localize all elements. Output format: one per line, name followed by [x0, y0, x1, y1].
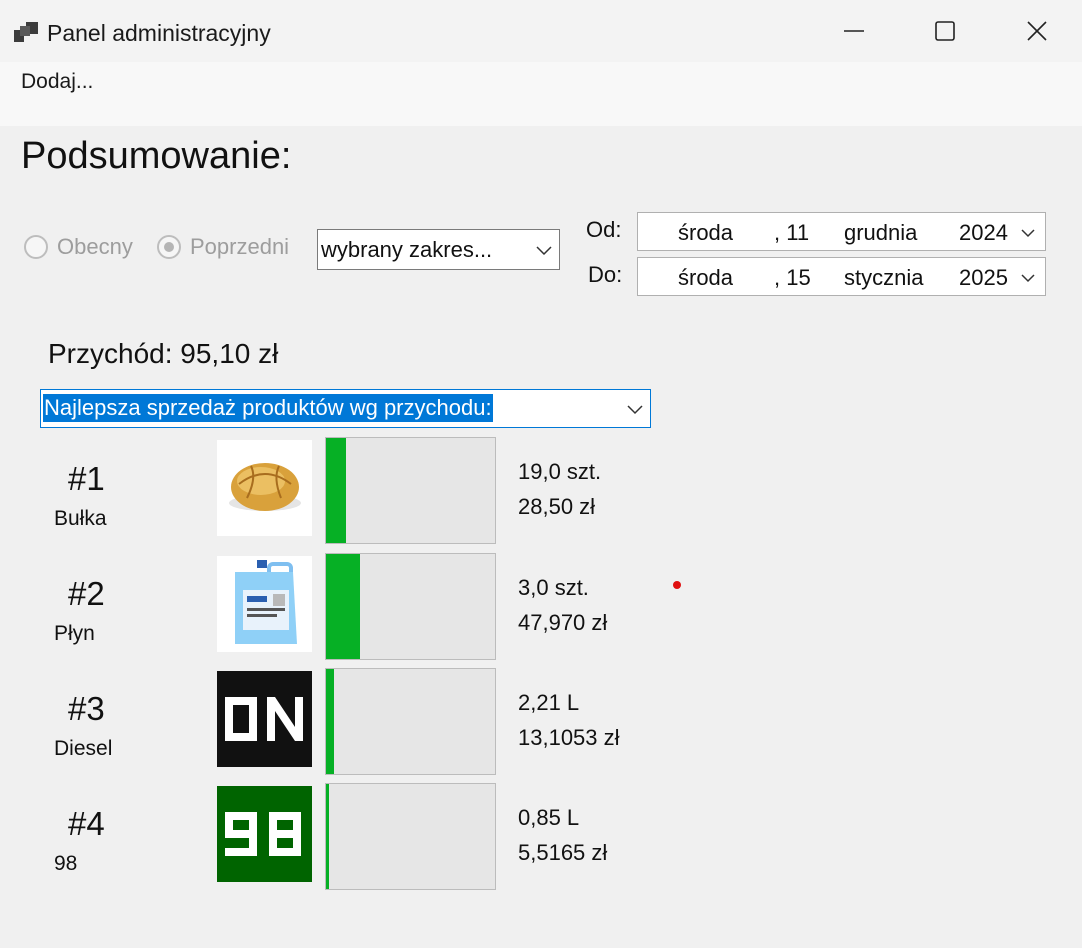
product-rank: #2	[68, 575, 105, 612]
from-weekday: środa	[678, 220, 734, 245]
product-rank: #3	[68, 690, 105, 727]
revenue-progress-bar	[325, 668, 496, 775]
window-title: Panel administracyjny	[47, 20, 271, 46]
chevron-down-icon	[536, 246, 552, 256]
title-bar: Panel administracyjny	[0, 0, 1082, 62]
product-rank: #1	[68, 460, 105, 497]
product-amount: 28,50 zł	[518, 494, 596, 519]
to-weekday: środa	[678, 265, 734, 290]
from-day: , 11	[774, 220, 810, 245]
revenue-total: Przychód: 95,10 zł	[48, 338, 279, 369]
menu-bar	[0, 62, 1082, 126]
range-select[interactable]: wybrany zakres...	[317, 229, 560, 270]
radio-selected-dot	[164, 242, 174, 252]
radio-previous[interactable]: Poprzedni	[157, 234, 289, 260]
to-day: , 15	[774, 265, 811, 290]
maximize-button[interactable]	[899, 0, 991, 62]
menu-add[interactable]: Dodaj...	[21, 70, 93, 94]
progress-fill	[326, 784, 330, 889]
progress-fill	[326, 438, 347, 543]
to-month: stycznia	[844, 265, 924, 290]
revenue-progress-bar	[325, 553, 496, 660]
close-button[interactable]	[991, 0, 1082, 62]
revenue-progress-bar	[325, 783, 496, 890]
page-title: Podsumowanie:	[21, 135, 292, 177]
on-pixel-logo	[217, 671, 312, 767]
revenue-progress-bar	[325, 437, 496, 544]
chevron-down-icon	[627, 405, 643, 415]
product-quantity: 0,85 L	[518, 805, 580, 830]
from-label: Od:	[586, 217, 622, 242]
bread-roll-image	[217, 440, 312, 536]
product-name: 98	[54, 852, 78, 875]
product-name: Płyn	[54, 622, 95, 645]
to-year: 2025	[959, 265, 1008, 290]
radio-previous-label: Poprzedni	[190, 234, 290, 259]
from-year: 2024	[959, 220, 1008, 245]
product-quantity: 2,21 L	[518, 690, 580, 715]
product-amount: 47,970 zł	[518, 610, 608, 635]
product-name: Bułka	[54, 507, 107, 530]
98-pixel-logo	[217, 786, 312, 882]
to-label: Do:	[588, 262, 623, 287]
product-amount: 5,5165 zł	[518, 840, 608, 865]
maximize-icon	[935, 21, 955, 41]
ranking-select[interactable]: Najlepsza sprzedaż produktów wg przychod…	[40, 389, 651, 428]
to-date-picker[interactable]: środa , 15 stycznia 2025	[637, 257, 1046, 296]
product-quantity: 19,0 szt.	[518, 459, 602, 484]
app-window: Panel administracyjny Dodaj... Podsumowa…	[0, 0, 1082, 948]
range-select-value: wybrany zakres...	[321, 237, 493, 262]
minimize-button[interactable]	[808, 0, 900, 62]
radio-current-label: Obecny	[57, 234, 133, 259]
progress-fill	[326, 554, 360, 659]
product-rank: #4	[68, 805, 105, 842]
radio-current-circle	[24, 235, 48, 259]
red-dot-marker	[673, 581, 681, 589]
chevron-down-icon	[1021, 274, 1035, 283]
progress-fill	[326, 669, 335, 774]
close-icon	[1027, 21, 1047, 41]
from-month: grudnia	[844, 220, 918, 245]
chevron-down-icon	[1021, 229, 1035, 238]
fluid-canister-image	[217, 556, 312, 652]
product-quantity: 3,0 szt.	[518, 575, 589, 600]
radio-current[interactable]: Obecny	[24, 234, 133, 260]
from-date-picker[interactable]: środa , 11 grudnia 2024	[637, 212, 1046, 251]
minimize-icon	[844, 30, 864, 32]
ranking-select-value: Najlepsza sprzedaż produktów wg przychod…	[43, 394, 493, 422]
app-icon	[14, 22, 38, 42]
radio-previous-circle	[157, 235, 181, 259]
product-name: Diesel	[54, 737, 113, 760]
product-amount: 13,1053 zł	[518, 725, 620, 750]
